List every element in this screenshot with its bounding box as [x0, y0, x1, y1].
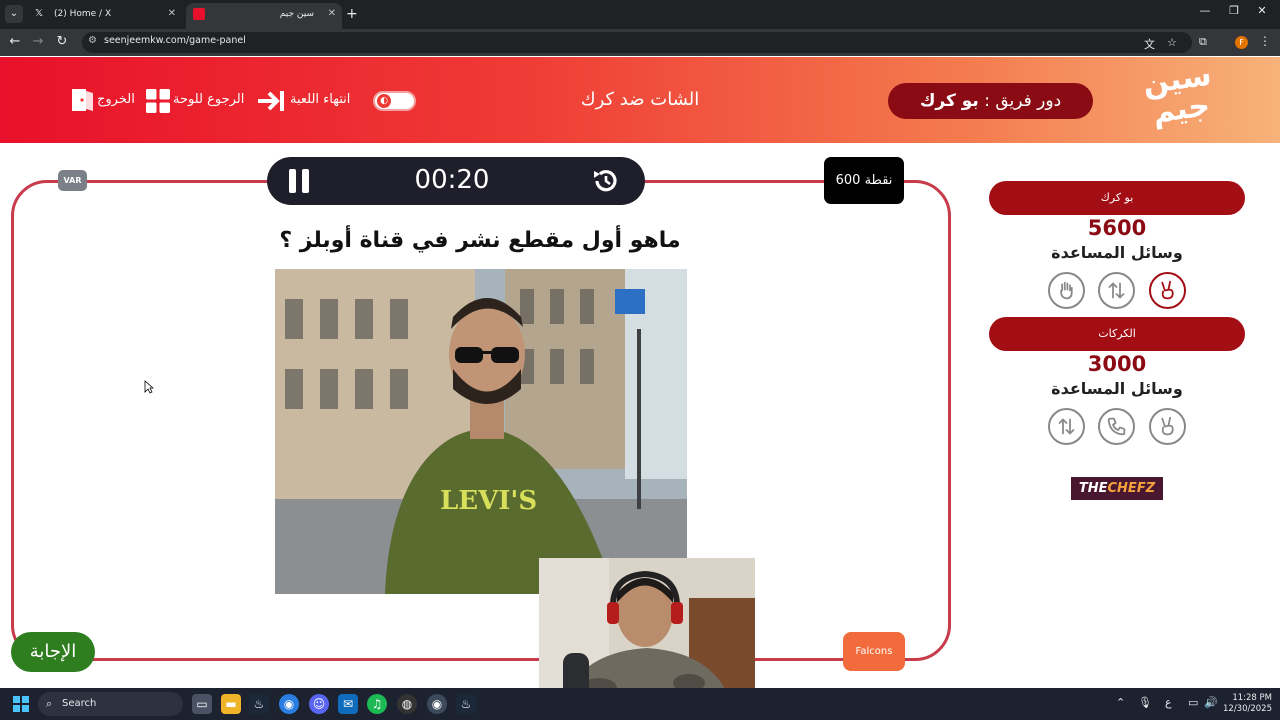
phone-icon[interactable] [1098, 408, 1135, 445]
file-explorer-icon[interactable]: ▬ [221, 694, 241, 714]
task-view-icon[interactable]: ▭ [192, 694, 212, 714]
url-text: seenjeemkw.com/game-panel [104, 35, 246, 46]
var-button[interactable]: VAR [58, 170, 87, 191]
falcons-badge: Falcons [843, 632, 905, 671]
x-logo-icon: 𝕏 [34, 8, 44, 19]
extensions-icon[interactable]: ⧉ [1199, 35, 1207, 49]
windows-taskbar: ⌕ Search ▭ ▬ ♨ ◉ ☺ ✉ ♫ ◍ ◉ ♨ ⌃ 🎙 ع ▭ 🔊 1… [0, 688, 1280, 720]
grid-icon[interactable] [146, 89, 170, 113]
windows-start-icon[interactable] [13, 696, 29, 712]
logo-line-2: جيم [1150, 88, 1213, 131]
team-score: 5600 [1087, 216, 1147, 240]
search-placeholder: Search [62, 698, 97, 709]
discord-icon[interactable]: ☺ [309, 694, 329, 714]
close-window-icon[interactable]: ✕ [1252, 4, 1272, 17]
restore-icon[interactable]: ❐ [1224, 4, 1244, 17]
volume-icon[interactable]: 🔊 [1204, 696, 1218, 709]
tab-game-panel[interactable]: سين جيم ✕ [186, 3, 342, 29]
turn-label: دور فريق : [978, 91, 1062, 111]
browser-menu-icon[interactable]: ⋮ [1259, 34, 1271, 48]
tab-close-icon[interactable]: ✕ [168, 3, 176, 25]
exit-label[interactable]: الخروج [97, 87, 135, 113]
steam-alt-icon[interactable]: ♨ [456, 694, 476, 714]
question-text: ماهو أول مقطع نشر في قناة أوبلز ؟ [279, 228, 681, 253]
exit-door-icon[interactable] [69, 87, 95, 113]
restart-timer-icon[interactable] [591, 166, 621, 196]
app-icon[interactable]: ◍ [397, 694, 417, 714]
street-portrait-photo: LEVI'S [275, 269, 687, 594]
points-badge: 600 نقطة [824, 157, 904, 204]
timer-display: 00:20 [414, 165, 490, 195]
helpers-label: وسائل المساعدة [1051, 243, 1183, 262]
clock-time: 11:28 PM [1232, 693, 1272, 703]
mouse-cursor-icon [144, 380, 154, 394]
tab-x-home[interactable]: 𝕏 (2) Home / X ✕ [26, 3, 182, 29]
back-to-board-label[interactable]: الرجوع للوحة [173, 87, 244, 113]
browser-tabstrip: ⌄ 𝕏 (2) Home / X ✕ سين جيم ✕ + — ❐ ✕ [0, 0, 1280, 29]
seen-jeem-logo: سين جيم [1136, 58, 1225, 140]
tray-overflow-icon[interactable]: ⌃ [1116, 696, 1125, 709]
hand-stop-icon[interactable] [1048, 272, 1085, 309]
back-arrow-icon[interactable]: ← [6, 33, 24, 51]
keyboard-language[interactable]: ع [1165, 696, 1172, 709]
timer-bar: 00:20 [267, 157, 645, 205]
sponsor-text-b: CHEFZ [1107, 481, 1156, 496]
bookmark-star-icon[interactable]: ☆ [1167, 36, 1177, 49]
search-icon: ⌕ [46, 697, 53, 710]
victory-hand-icon[interactable] [1149, 408, 1186, 445]
two-arrows-icon[interactable] [1048, 408, 1085, 445]
chrome-icon[interactable]: ◉ [279, 694, 299, 714]
tab-title: سين جيم [279, 9, 314, 19]
network-icon[interactable]: ▭ [1188, 696, 1198, 709]
team-name-pill: بو كرك [989, 181, 1245, 215]
svg-text:LEVI'S: LEVI'S [440, 486, 537, 516]
profile-avatar[interactable]: F [1235, 36, 1248, 49]
tab-close-icon[interactable]: ✕ [328, 3, 336, 25]
sponsor-logo: THECHEFZ [1071, 477, 1163, 500]
forward-arrow-icon[interactable]: → [29, 33, 47, 51]
victory-hand-icon[interactable] [1149, 272, 1186, 309]
new-tab-button[interactable]: + [346, 5, 358, 23]
sponsor-text-a: THE [1078, 481, 1108, 496]
end-game-label[interactable]: انتهاء اللعبة [290, 87, 350, 113]
reload-icon[interactable]: ↻ [53, 33, 71, 51]
team-score: 3000 [1087, 352, 1147, 376]
microphone-icon[interactable]: 🎙 [1138, 696, 1152, 709]
show-answer-button[interactable]: الإجابة [11, 632, 95, 672]
arrow-to-bar-icon[interactable] [256, 89, 286, 113]
browser-toolbar: ← → ↻ ⚙ seenjeemkw.com/game-panel 文 ☆ ⧉ [0, 29, 1280, 56]
minimize-icon[interactable]: — [1195, 4, 1215, 17]
tab-title: (2) Home / X [54, 9, 112, 19]
team-turn-indicator: دور فريق : بو كرك [888, 83, 1093, 119]
translate-icon[interactable]: 文 [1144, 36, 1155, 52]
chrome-active-icon[interactable]: ◉ [427, 694, 447, 714]
site-info-icon[interactable]: ⚙ [88, 35, 97, 46]
helpers-label: وسائل المساعدة [1051, 379, 1183, 398]
game-header: سين جيم دور فريق : بو كرك الشات ضد كرك ◐… [0, 57, 1280, 143]
end-game-toggle[interactable]: ◐ [373, 91, 416, 111]
question-image: LEVI'S [275, 269, 687, 594]
pause-icon[interactable] [289, 169, 311, 193]
mail-icon[interactable]: ✉ [338, 694, 358, 714]
taskbar-search[interactable]: ⌕ Search [38, 692, 183, 716]
toggle-knob-icon: ◐ [377, 94, 391, 108]
system-clock[interactable]: 11:28 PM 12/30/2025 [1222, 693, 1272, 715]
two-arrows-icon[interactable] [1098, 272, 1135, 309]
turn-team-name: بو كرك [919, 91, 979, 111]
site-favicon [193, 8, 205, 20]
tab-search-button[interactable]: ⌄ [5, 5, 23, 23]
clock-date: 12/30/2025 [1223, 704, 1272, 714]
steam-icon[interactable]: ♨ [249, 694, 269, 714]
address-bar[interactable]: ⚙ seenjeemkw.com/game-panel 文 ☆ [82, 32, 1192, 53]
spotify-icon[interactable]: ♫ [367, 694, 387, 714]
team-name-pill: الكركات [989, 317, 1245, 351]
game-title: الشات ضد كرك [580, 89, 700, 110]
